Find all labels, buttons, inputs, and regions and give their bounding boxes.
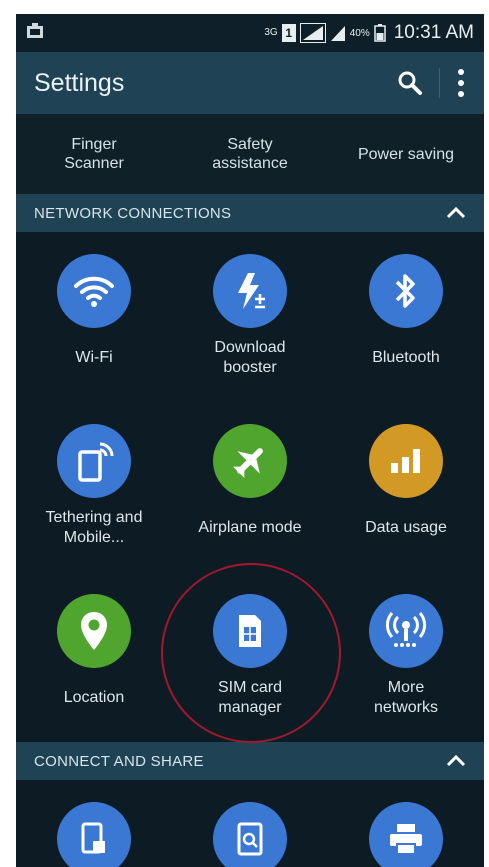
more-networks-icon — [369, 594, 443, 668]
quick-setting-safety-assistance[interactable]: Safety assistance — [172, 135, 328, 173]
setting-more-networks[interactable]: More networks — [328, 572, 484, 742]
battery-icon — [373, 24, 386, 42]
data-usage-icon — [369, 424, 443, 498]
search-icon[interactable] — [397, 70, 423, 96]
setting-label: More networks — [373, 679, 439, 716]
section-title: NETWORK CONNECTIONS — [34, 204, 232, 222]
screen-mirroring-icon — [213, 802, 287, 867]
setting-label: Location — [63, 689, 125, 706]
network-connections-grid: Wi-Fi Download booster Bluetooth Tetheri… — [16, 232, 484, 742]
setting-printing[interactable] — [328, 780, 484, 867]
signal-strength-sim1-icon — [299, 23, 326, 43]
setting-data-usage[interactable]: Data usage — [328, 402, 484, 572]
setting-label: Data usage — [365, 519, 447, 536]
battery-percent: 40% — [349, 27, 370, 39]
setting-label: Tethering and Mobile... — [45, 509, 143, 546]
collapse-chevron-icon[interactable] — [446, 207, 466, 219]
toolbar-divider — [439, 68, 440, 98]
setting-label: Download booster — [214, 339, 286, 376]
overflow-menu-icon[interactable] — [456, 68, 466, 98]
section-header-network-connections[interactable]: NETWORK CONNECTIONS — [16, 194, 484, 232]
airplane-icon — [213, 424, 287, 498]
phone-screen: 3G 1 40% 10:31 AM Settings Finger Scanne… — [16, 14, 484, 867]
section-title: CONNECT AND SHARE — [34, 752, 204, 770]
setting-screen-mirroring[interactable] — [172, 780, 328, 867]
setting-airplane-mode[interactable]: Airplane mode — [172, 402, 328, 572]
setting-label: Wi-Fi — [75, 349, 113, 366]
wifi-icon — [57, 254, 131, 328]
sim-card-icon — [213, 594, 287, 668]
quick-setting-finger-scanner[interactable]: Finger Scanner — [16, 135, 172, 173]
setting-label: Airplane mode — [198, 519, 302, 536]
network-type-indicator: 3G — [264, 27, 278, 38]
printing-icon — [369, 802, 443, 867]
tethering-icon — [57, 424, 131, 498]
download-booster-icon — [213, 254, 287, 328]
setting-bluetooth[interactable]: Bluetooth — [328, 232, 484, 402]
collapse-chevron-icon[interactable] — [446, 755, 466, 767]
quick-setting-power-saving[interactable]: Power saving — [328, 145, 484, 164]
setting-nfc[interactable] — [16, 780, 172, 867]
location-icon — [57, 594, 131, 668]
sim-slot-icon: 1 — [281, 24, 296, 42]
page-title: Settings — [34, 68, 125, 97]
action-bar: Settings — [16, 52, 484, 114]
status-bar: 3G 1 40% 10:31 AM — [16, 14, 484, 52]
setting-download-booster[interactable]: Download booster — [172, 232, 328, 402]
nfc-icon — [57, 802, 131, 867]
setting-label: SIM card manager — [217, 679, 282, 716]
bluetooth-icon — [369, 254, 443, 328]
setting-sim-card-manager[interactable]: SIM card manager — [172, 572, 328, 742]
setting-label: Bluetooth — [372, 349, 440, 366]
clock: 10:31 AM — [393, 22, 474, 43]
screenshot-notification-icon — [26, 22, 44, 39]
signal-strength-sim2-icon — [330, 24, 346, 42]
connect-and-share-grid — [16, 780, 484, 867]
setting-location[interactable]: Location — [16, 572, 172, 742]
quick-settings-row: Finger Scanner Safety assistance Power s… — [16, 114, 484, 194]
setting-wifi[interactable]: Wi-Fi — [16, 232, 172, 402]
section-header-connect-and-share[interactable]: CONNECT AND SHARE — [16, 742, 484, 780]
setting-tethering[interactable]: Tethering and Mobile... — [16, 402, 172, 572]
